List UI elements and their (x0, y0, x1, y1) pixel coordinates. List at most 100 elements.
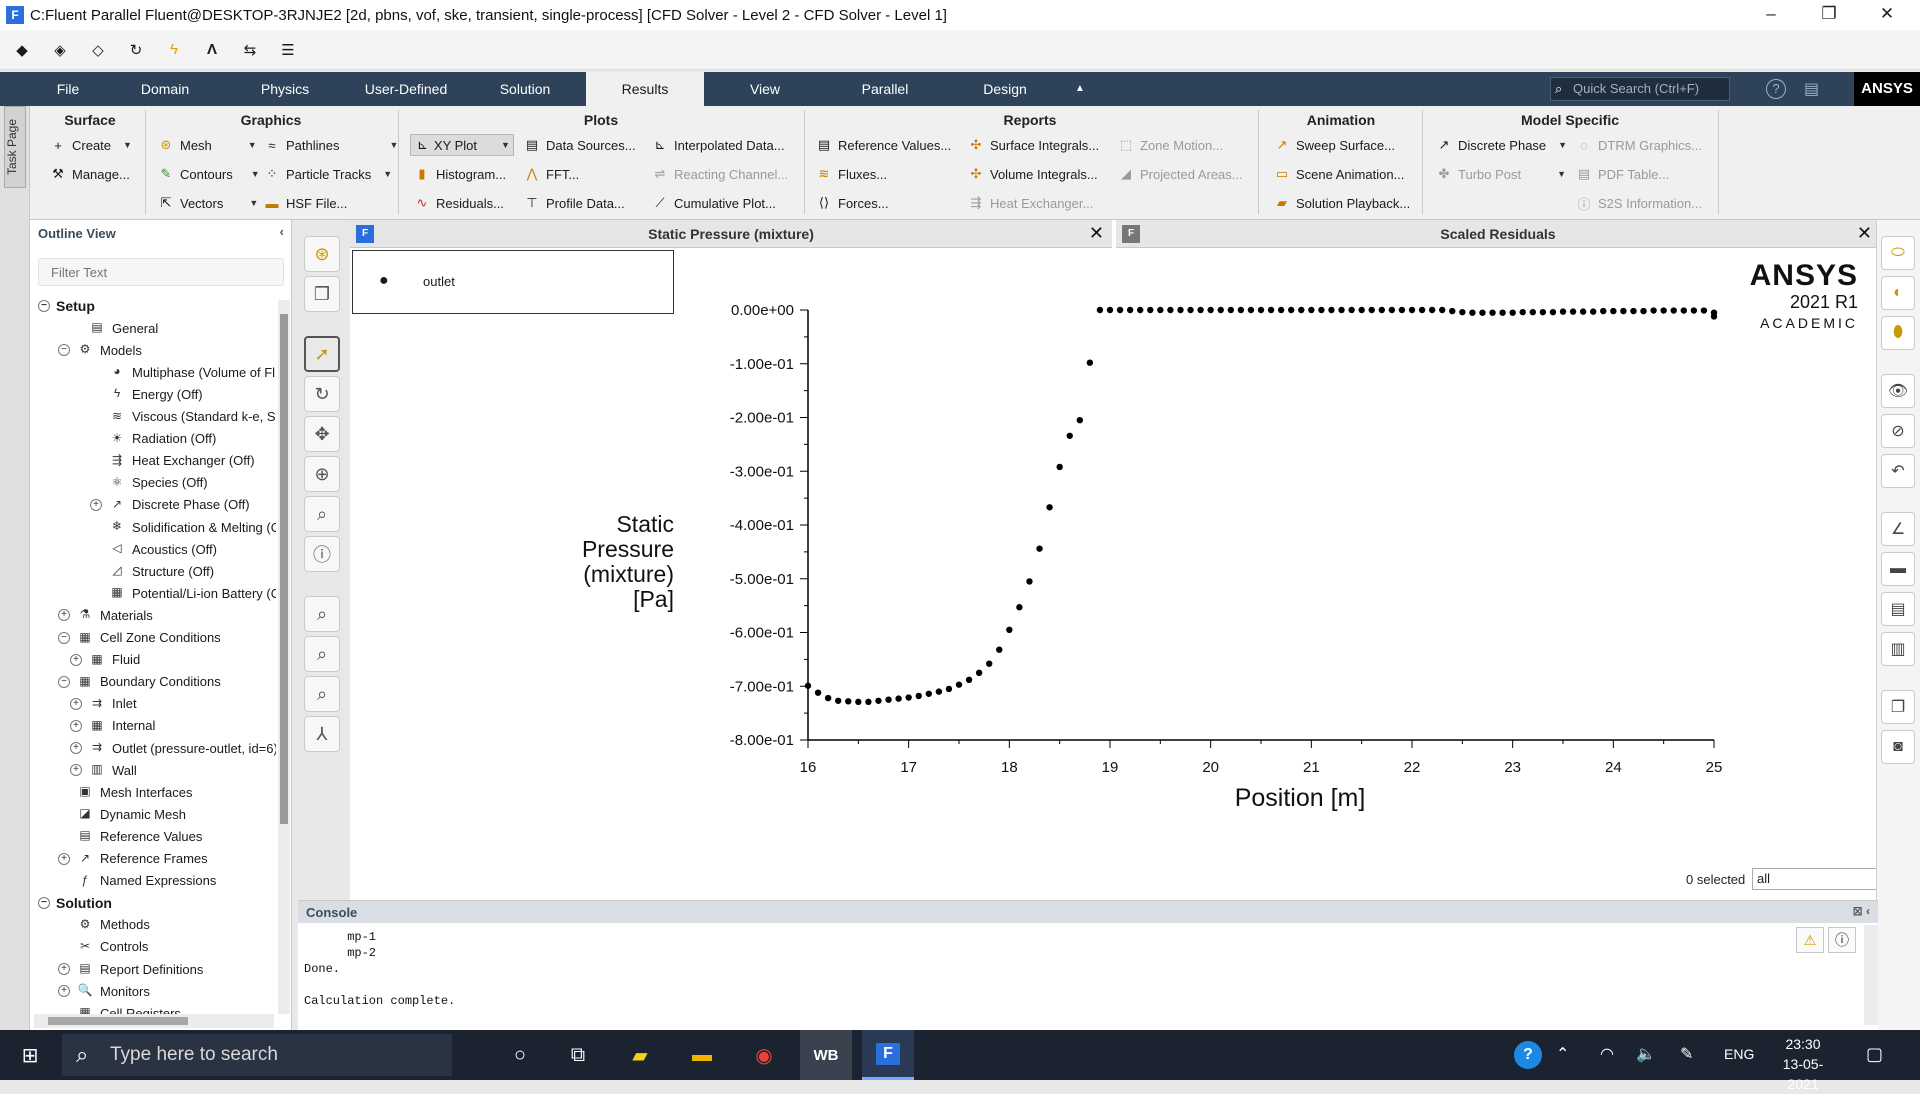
outline-item[interactable]: − Setup (38, 296, 276, 316)
tab-design[interactable]: Design (970, 72, 1040, 106)
expand-icon[interactable]: + (70, 719, 82, 732)
mesh-button[interactable]: ⊛ Mesh ▼ (158, 134, 257, 156)
undo-view-icon[interactable]: ↶ (1881, 454, 1915, 488)
quick-search-input[interactable]: ⌕ Quick Search (Ctrl+F) (1550, 77, 1730, 101)
collapse-icon[interactable]: − (58, 675, 70, 688)
tab-solution[interactable]: Solution (490, 72, 560, 106)
volume-icon[interactable]: 🔈 (1636, 1044, 1656, 1064)
pointer-icon[interactable]: ➚ (304, 336, 340, 372)
windows-start-icon[interactable]: ⊞ (4, 1030, 56, 1080)
pen-icon[interactable]: ✎ (1680, 1044, 1693, 1064)
outline-item[interactable]: − ▦ Cell Zone Conditions (58, 628, 276, 648)
outline-item[interactable]: ◿ Structure (Off) (90, 561, 276, 581)
tab-parallel[interactable]: Parallel (850, 72, 920, 106)
outline-item[interactable]: ☀ Radiation (Off) (90, 429, 276, 449)
pdf-table-button[interactable]: ▤ PDF Table... (1576, 163, 1669, 185)
outline-item[interactable]: ▦ Potential/Li-ion Battery (Off) (90, 583, 276, 603)
discrete-phase-button[interactable]: ↗ Discrete Phase ▼ (1436, 134, 1568, 156)
fluent-taskbar-icon[interactable]: F (862, 1030, 914, 1080)
volume-integrals-button[interactable]: ✣ Volume Integrals... (968, 163, 1098, 185)
copy-view-icon[interactable]: ❐ (304, 276, 340, 312)
outline-vertical-scrollbar[interactable] (278, 300, 290, 1014)
fit-to-window-icon[interactable]: ⌕ (304, 596, 340, 632)
outline-item[interactable]: ≋ Viscous (Standard k-e, Standard Wall Fn… (90, 407, 276, 427)
xy-plot-button[interactable]: ⊾ XY Plot ▼ (410, 134, 514, 156)
outline-item[interactable]: + ▦ Internal (70, 716, 276, 736)
annotation-icon[interactable]: ▤ (1881, 592, 1915, 626)
reacting-channel-button[interactable]: ⇌ Reacting Channel... (652, 163, 789, 185)
outline-item[interactable]: ⚛ Species (Off) (90, 473, 276, 493)
hide-eye-icon[interactable]: ⊘ (1881, 414, 1915, 448)
profile-data-button[interactable]: ⊤ Profile Data... (524, 192, 624, 214)
scene-animation-button[interactable]: ▭ Scene Animation... (1274, 163, 1405, 185)
axes-icon[interactable]: ⅄ (304, 716, 340, 752)
pathlines-button[interactable]: ≈ Pathlines ▼ (264, 134, 398, 156)
warning-icon[interactable]: ⚠ (1796, 927, 1824, 953)
copy-image-icon[interactable]: ❐ (1881, 690, 1915, 724)
vectors-button[interactable]: ⇱ Vectors ▼ (158, 192, 259, 214)
ansys-a-icon[interactable]: Λ (202, 40, 222, 60)
collapse-icon[interactable]: − (38, 896, 50, 909)
screenshot-icon[interactable]: ◙ (1881, 730, 1915, 764)
cumulative-plot-button[interactable]: ⟋ Cumulative Plot... (652, 192, 775, 214)
projected-areas-button[interactable]: ◢ Projected Areas... (1118, 163, 1243, 185)
fluxes-button[interactable]: ≋ Fluxes... (816, 163, 888, 185)
turbo-post-button[interactable]: ✤ Turbo Post ▼ (1436, 163, 1566, 185)
outline-item[interactable]: + ↗ Discrete Phase (Off) (90, 495, 276, 515)
help-tray-icon[interactable]: ? (1514, 1041, 1542, 1069)
console-options-icon[interactable]: ⊠ ‹ (1853, 904, 1870, 918)
notifications-icon[interactable]: ▢ (1866, 1044, 1883, 1065)
zoom-in-icon[interactable]: ⌕ (304, 636, 340, 672)
orbit-icon[interactable]: ⬭ (1881, 236, 1915, 270)
heat-exchanger-button[interactable]: ⇶ Heat Exchanger... (968, 192, 1094, 214)
collapse-ribbon-icon[interactable]: ▲ (1070, 72, 1090, 106)
help-icon[interactable]: ? (1766, 79, 1786, 99)
collapse-icon[interactable]: − (58, 631, 70, 644)
file-explorer-icon[interactable]: ▬ (676, 1030, 728, 1080)
close-window-button[interactable]: ✕ (1858, 0, 1916, 30)
outline-item[interactable]: ▣ Mesh Interfaces (58, 782, 276, 802)
console-output[interactable]: mp-1 mp-2 Done. Calculation complete. (304, 929, 455, 1009)
axes-triad-icon[interactable]: ∠ (1881, 512, 1915, 546)
collapse-icon[interactable]: − (58, 344, 70, 357)
expand-icon[interactable]: + (90, 498, 102, 511)
filter-text-input[interactable] (38, 258, 284, 286)
restore-button[interactable]: ❐ (1800, 0, 1858, 30)
network-icon[interactable]: ◠ (1600, 1044, 1614, 1064)
tab-view[interactable]: View (730, 72, 800, 106)
outline-item[interactable]: + ▤ Report Definitions (58, 959, 276, 979)
probe-info-icon[interactable]: ⓘ (304, 536, 340, 572)
close-plot-button[interactable]: ✕ (1089, 223, 1104, 244)
outline-item[interactable]: − Solution (38, 893, 276, 913)
reference-values-button[interactable]: ▤ Reference Values... (816, 134, 951, 156)
collapse-panel-icon[interactable]: ‹ (280, 224, 284, 239)
outline-horizontal-scrollbar[interactable] (34, 1014, 274, 1028)
histogram-button[interactable]: ▮ Histogram... (414, 163, 506, 185)
outline-item[interactable]: − ▦ Boundary Conditions (58, 672, 276, 692)
chrome-icon[interactable]: ◉ (738, 1030, 790, 1080)
expand-icon[interactable]: + (70, 697, 82, 710)
outline-item[interactable]: ▤ General (70, 318, 276, 338)
shading-icon[interactable]: ⬮ (1881, 316, 1915, 350)
scroll-thumb[interactable] (280, 314, 288, 824)
zone-motion-button[interactable]: ⬚ Zone Motion... (1118, 134, 1223, 156)
lightning-icon[interactable]: ϟ (164, 40, 184, 60)
outline-item[interactable]: ⚙ Methods (58, 915, 276, 935)
expand-icon[interactable]: + (70, 742, 82, 754)
scroll-thumb[interactable] (48, 1017, 188, 1025)
contours-button[interactable]: ✎ Contours ▼ (158, 163, 260, 185)
rotate-icon[interactable]: ↻ (304, 376, 340, 412)
outline-item[interactable]: + ⇉ Outlet (pressure-outlet, id=6) (70, 738, 276, 758)
taskbar-search-box[interactable]: ⌕ Type here to search (62, 1034, 452, 1076)
expand-icon[interactable]: + (58, 609, 70, 622)
parameters-icon[interactable]: ⇆ (240, 40, 260, 60)
view-eye-icon[interactable]: 👁 (1881, 374, 1915, 408)
expand-icon[interactable]: + (70, 653, 82, 666)
sweep-surface-button[interactable]: ↗ Sweep Surface... (1274, 134, 1395, 156)
forces-button[interactable]: ⟨⟩ Forces... (816, 192, 889, 214)
outline-item[interactable]: ϟ Energy (Off) (90, 384, 276, 404)
reload-icon[interactable]: ↻ (126, 40, 146, 60)
data-sources-button[interactable]: ▤ Data Sources... (524, 134, 636, 156)
mesh-display-icon[interactable]: ⊛ (304, 236, 340, 272)
chevron-up-icon[interactable]: ⌃ (1556, 1044, 1569, 1064)
